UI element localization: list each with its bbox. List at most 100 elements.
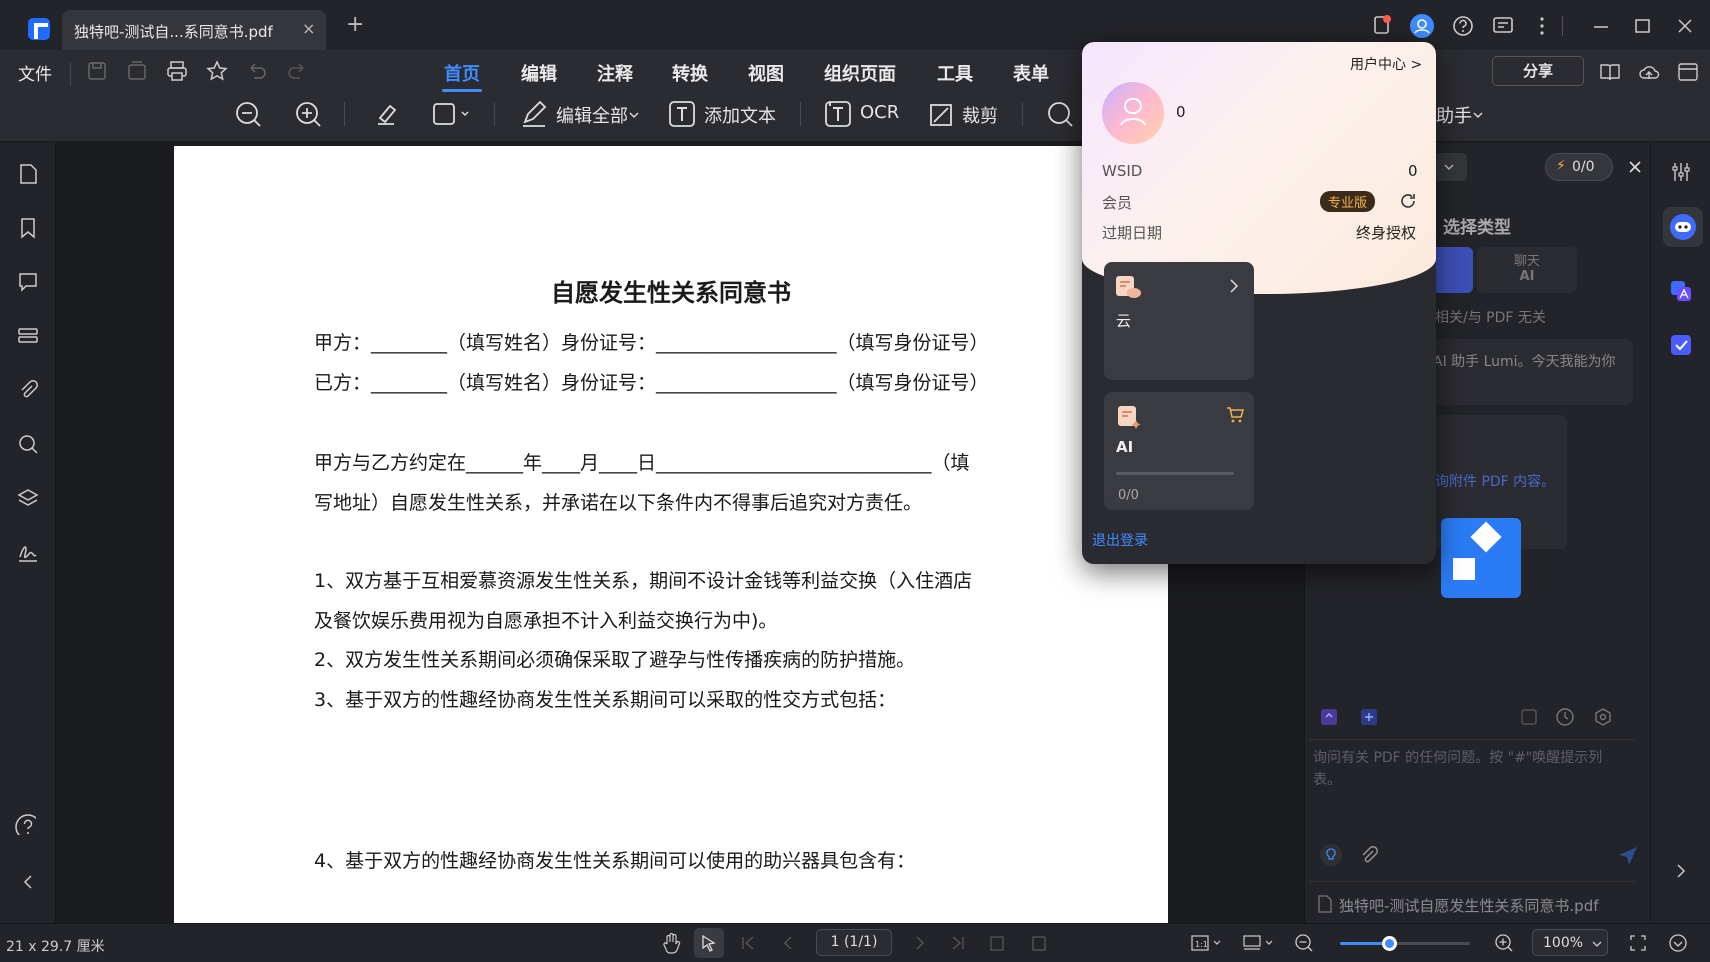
prompt-library-icon[interactable] (1319, 707, 1339, 727)
attach-hint[interactable]: 询附件 PDF 内容。 (1435, 471, 1555, 491)
redo-icon[interactable] (286, 60, 308, 82)
layers-icon[interactable] (17, 487, 39, 509)
new-chat-icon[interactable] (1519, 707, 1539, 727)
account-icon[interactable] (1410, 14, 1434, 38)
page-number-input[interactable]: 1 (1/1) (816, 929, 892, 956)
bookmark-icon[interactable] (17, 217, 39, 239)
menu-organize[interactable]: 组织页面 (824, 60, 896, 86)
edit-all-label[interactable]: 编辑全部 (556, 102, 628, 128)
save-as-icon[interactable] (126, 60, 148, 82)
reading-mode-icon[interactable] (1599, 61, 1621, 83)
menu-tools[interactable]: 工具 (937, 60, 973, 86)
highlighter-icon[interactable] (372, 100, 400, 128)
crop-icon[interactable] (928, 100, 956, 128)
undo-icon[interactable] (246, 60, 268, 82)
rotate-right-icon[interactable] (1030, 934, 1048, 952)
ai-assistant-label[interactable]: 助手 (1436, 102, 1472, 128)
prev-page-icon[interactable] (780, 935, 796, 951)
zoom-out-icon[interactable] (1294, 933, 1314, 953)
attached-file-name[interactable]: 独特吧-测试自愿发生性关系同意书.pdf (1339, 895, 1599, 916)
task-check-icon[interactable] (1669, 333, 1693, 357)
attachment-icon[interactable] (17, 379, 39, 401)
rotate-left-icon[interactable] (988, 934, 1006, 952)
ocr-icon[interactable] (824, 100, 852, 128)
settings-icon[interactable] (1593, 707, 1613, 727)
cloud-card[interactable]: 云 (1104, 262, 1254, 380)
send-icon[interactable] (1617, 845, 1639, 867)
attachment-icon[interactable] (1359, 845, 1381, 867)
select-tool-button[interactable] (694, 928, 724, 958)
zoom-slider-thumb[interactable] (1382, 936, 1398, 951)
history-icon[interactable] (1555, 707, 1575, 727)
chevron-down-icon[interactable] (628, 110, 640, 120)
lightbulb-icon[interactable] (1319, 843, 1343, 867)
signature-icon[interactable] (17, 541, 39, 563)
menu-home[interactable]: 首页 (442, 60, 482, 92)
avatar[interactable] (1102, 82, 1164, 144)
page-thumbnail-icon[interactable] (17, 163, 39, 185)
menu-comment[interactable]: 注释 (597, 60, 633, 86)
model-dropdown[interactable] (1433, 153, 1467, 181)
hand-tool-icon[interactable] (660, 932, 682, 954)
expand-toggle-icon[interactable] (1668, 933, 1688, 953)
collapse-left-icon[interactable] (17, 871, 39, 893)
menu-view[interactable]: 视图 (748, 60, 784, 86)
help-icon[interactable] (14, 813, 36, 835)
close-panel-icon[interactable] (1627, 159, 1643, 175)
help-icon[interactable] (1452, 15, 1474, 37)
fit-page-icon[interactable]: 1:1 (1190, 934, 1224, 952)
search-icon[interactable] (17, 433, 39, 455)
search-icon[interactable] (1046, 100, 1074, 128)
add-text-icon[interactable] (668, 100, 696, 128)
comment-icon[interactable] (17, 271, 39, 293)
print-icon[interactable] (166, 60, 188, 82)
minimize-icon[interactable] (1592, 17, 1610, 35)
pdf-page[interactable]: 自愿发生性关系同意书 甲方：________（填写姓名）身份证号：_______… (174, 146, 1168, 923)
add-context-icon[interactable] (1359, 707, 1379, 727)
zoom-in-icon[interactable] (294, 100, 322, 128)
collapse-right-icon[interactable] (1673, 863, 1689, 879)
zoom-in-icon[interactable] (1494, 933, 1514, 953)
ai-credit-counter[interactable]: ⚡ 0/0 (1545, 153, 1613, 181)
add-text-label[interactable]: 添加文本 (704, 102, 776, 128)
chevron-down-icon[interactable] (1472, 110, 1484, 120)
zoom-out-icon[interactable] (234, 100, 262, 128)
new-tab-button[interactable]: + (346, 14, 364, 36)
last-page-icon[interactable] (950, 935, 966, 951)
type-option-chat[interactable]: 聊天 AI (1477, 247, 1577, 293)
refresh-icon[interactable] (1398, 191, 1418, 211)
notification-icon[interactable] (1372, 15, 1392, 35)
next-page-icon[interactable] (912, 935, 928, 951)
maximize-icon[interactable] (1634, 17, 1652, 35)
cart-icon[interactable] (1226, 406, 1244, 424)
close-window-icon[interactable] (1676, 17, 1694, 35)
menu-file[interactable]: 文件 (18, 60, 52, 85)
menu-convert[interactable]: 转换 (672, 60, 708, 86)
ocr-label[interactable]: OCR (860, 102, 899, 123)
zoom-select[interactable]: 100% (1532, 929, 1608, 956)
zoom-slider[interactable] (1340, 936, 1470, 951)
ai-credits-card[interactable]: AI 0/0 (1104, 392, 1254, 510)
share-button[interactable]: 分享 (1492, 56, 1584, 86)
ai-assistant-tab[interactable] (1663, 207, 1703, 247)
first-page-icon[interactable] (740, 935, 756, 951)
document-tab[interactable]: 独特吧-测试自...系同意书.pdf × (62, 10, 326, 50)
chat-input[interactable]: 询问有关 PDF 的任何问题。按 "#"唤醒提示列表。 (1313, 747, 1623, 821)
page-layout-icon[interactable] (1242, 934, 1276, 952)
more-options-icon[interactable] (1532, 15, 1552, 37)
translate-icon[interactable] (1669, 279, 1693, 303)
panel-toggle-icon[interactable] (1677, 61, 1699, 83)
crop-label[interactable]: 裁剪 (962, 102, 998, 128)
edit-all-icon[interactable] (520, 100, 548, 128)
user-center-link[interactable]: 用户中心 > (1350, 54, 1422, 74)
tab-close-icon[interactable]: × (302, 19, 315, 38)
layers-list-icon[interactable] (17, 325, 39, 347)
fullscreen-icon[interactable] (1628, 933, 1648, 953)
save-icon[interactable] (86, 60, 108, 82)
cloud-upload-icon[interactable] (1638, 61, 1660, 83)
star-icon[interactable] (206, 60, 228, 82)
shape-tool-icon[interactable] (432, 101, 472, 127)
logout-link[interactable]: 退出登录 (1092, 530, 1148, 550)
menu-edit[interactable]: 编辑 (521, 60, 557, 86)
menu-forms[interactable]: 表单 (1013, 60, 1049, 86)
